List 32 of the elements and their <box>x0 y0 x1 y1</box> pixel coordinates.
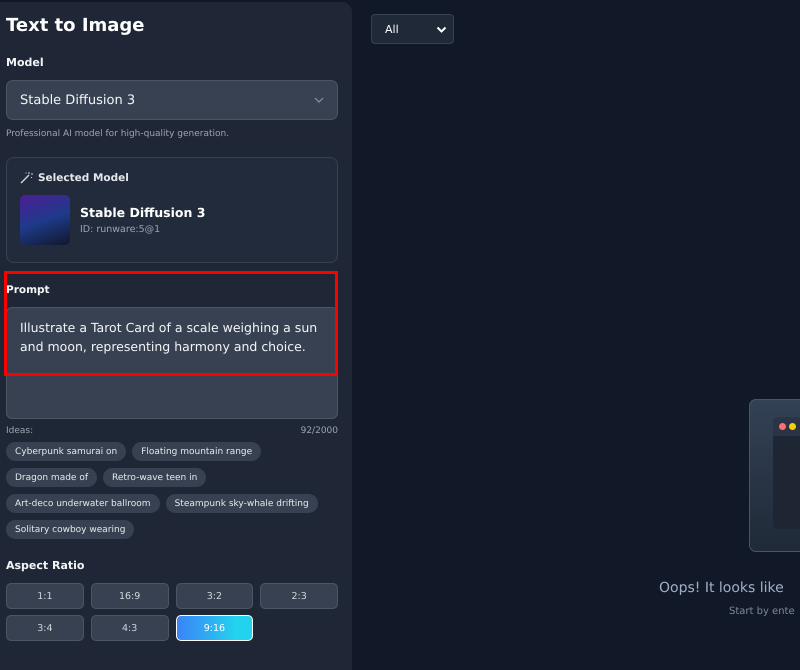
empty-state-title: Oops! It looks like <box>659 580 784 596</box>
idea-chip[interactable]: Floating mountain range <box>132 442 262 461</box>
ideas-label: Ideas: <box>6 426 34 436</box>
idea-chip[interactable]: Dragon made of <box>6 468 97 487</box>
aspect-ratio-button[interactable]: 3:4 <box>6 615 84 641</box>
aspect-ratio-button[interactable]: 3:2 <box>176 583 254 609</box>
aspect-ratio-button[interactable]: 16:9 <box>90 583 168 609</box>
idea-chip[interactable]: Retro-wave teen in <box>103 468 206 487</box>
model-id: ID: runware:5@1 <box>80 224 162 235</box>
idea-chip[interactable]: Cyberpunk samurai on <box>6 442 126 461</box>
model-thumbnail <box>20 195 70 245</box>
idea-chip[interactable]: Steampunk sky-whale drifting <box>166 494 318 513</box>
empty-state-hint: Start by ente <box>729 606 795 617</box>
field-label: Model <box>6 56 45 69</box>
panel-title: Text to Image <box>6 15 146 36</box>
chevron-down-icon <box>314 97 324 103</box>
aspect-ratio-button[interactable]: 1:1 <box>6 583 84 609</box>
model-name: Stable Diffusion 3 <box>80 205 206 220</box>
filter-select[interactable]: All <box>371 14 454 44</box>
prompt-input[interactable]: Illustrate a Tarot Card of a scale weighing a sun and moon, representing harmony and choice. <box>6 307 338 419</box>
aspect-ratio-button[interactable]: 2:3 <box>260 583 338 609</box>
model-select[interactable]: Stable Diffusion 3 <box>6 80 338 120</box>
field-label: Prompt <box>6 284 51 296</box>
idea-chip[interactable]: Solitary cowboy wearing <box>6 520 134 539</box>
model-description: Professional AI model for high-quality generation. <box>6 129 230 139</box>
field-label: Aspect Ratio <box>6 559 86 572</box>
card-heading: Selected Model <box>38 172 129 184</box>
character-count: 92/2000 <box>300 426 338 436</box>
aspect-ratio-button[interactable]: 4:3 <box>90 615 168 641</box>
idea-chip[interactable]: Art-deco underwater ballroom <box>6 494 160 513</box>
magic-wand-icon <box>20 171 33 184</box>
chevron-down-icon <box>436 26 447 32</box>
